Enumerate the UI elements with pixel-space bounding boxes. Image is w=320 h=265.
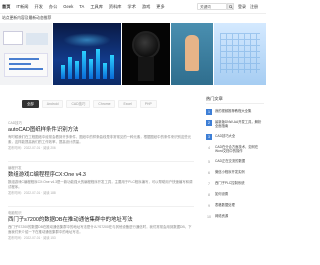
article-meta: 发布时间：2022-07-01 · 阅读 188 [8, 191, 56, 196]
divider [8, 206, 194, 207]
article-title[interactable]: 数组游戏C编程程序CX:One v4.3 [8, 172, 194, 179]
rank-badge: 8 [206, 191, 212, 198]
hot-article-title[interactable]: CAD正在交流的数据 [215, 159, 245, 163]
banner-slide-blueprint[interactable] [214, 23, 266, 85]
nav-item-games[interactable]: 游戏 [142, 4, 150, 9]
rank-badge: 5 [206, 158, 212, 165]
nav-item-dev[interactable]: 开发 [35, 4, 43, 9]
hot-article-item[interactable]: 8 如何设置 [206, 191, 264, 198]
rank-badge: 9 [206, 202, 212, 209]
hot-article-title[interactable]: 表格数据处理 [215, 203, 235, 207]
nav-item-more[interactable]: 更多 [156, 4, 164, 9]
hot-article-item[interactable]: 3 CAD技巧大全 [206, 133, 264, 140]
nav-item-office[interactable]: 办公 [49, 4, 57, 9]
hot-article-title[interactable]: 如何设置 [215, 192, 228, 196]
hot-article-item[interactable]: 4 CAD在分合方面技术，如何在Word文档中的操作 [206, 144, 264, 154]
nav-item-tools[interactable]: 工具库 [90, 4, 103, 9]
article-title[interactable]: 西门子s7200的数据DB在推动通信集群中的地址写法 [8, 217, 194, 224]
article-meta: 发布时间：2022-07-01 · 阅读 153 [8, 236, 56, 241]
article-category[interactable]: 编程开发 [8, 166, 194, 170]
hot-article-title[interactable]: 我的视频推荐教程大全集 [215, 109, 251, 113]
sidebar-title: 热门文章 [206, 96, 264, 104]
announcement: 站点更新内容及最新动态推荐 [2, 16, 52, 20]
hot-article-item[interactable]: 5 CAD正在交流的数据 [206, 158, 264, 165]
hot-article-item[interactable]: 10 网络资源 [206, 213, 264, 220]
divider [8, 161, 194, 162]
article-item[interactable]: 编程开发 数组游戏C编程程序CX:One v4.3 数组游戏C编程程序CX:On… [8, 166, 194, 195]
banner-slide-person[interactable] [171, 23, 213, 85]
nav-item-ta[interactable]: TA [79, 4, 84, 9]
banner-slide-smartwatch[interactable] [122, 23, 170, 85]
rank-badge: 7 [206, 180, 212, 187]
hot-article-title[interactable]: CAD技巧大全 [215, 134, 235, 138]
nav-item-geek[interactable]: Geek [63, 4, 73, 9]
rank-badge: 3 [206, 133, 212, 140]
nav-item-library[interactable]: 资料库 [109, 4, 122, 9]
article-title[interactable]: autoCAD图纸样条件识别方法 [8, 127, 194, 134]
tab-cad[interactable]: CAD技巧 [66, 100, 91, 108]
hot-article-item[interactable]: 9 表格数据处理 [206, 202, 264, 209]
rank-badge: 1 [206, 109, 212, 115]
rank-badge: 6 [206, 169, 212, 176]
hot-article-title[interactable]: 西门子PLC控制系统 [215, 181, 245, 185]
article-category[interactable]: 电脑知识 [8, 211, 194, 215]
article-summary: 有时候我们在工程图纸中经常会看到许多条件，图纸中的样条曲线是非常常见的一种元素，… [8, 135, 192, 144]
hot-articles-sidebar: 热门文章 1 我的视频推荐教程大全集 2 最新版DNW-AA开发工具，解析全面指… [206, 96, 264, 220]
hot-article-title[interactable]: CAD在分合方面技术，如何在Word文档中的操作 [215, 145, 264, 154]
banner-slide-tech[interactable] [53, 23, 121, 85]
hot-article-item[interactable]: 2 最新版DNW-AA开发工具，解析全面指南 [206, 120, 264, 129]
tab-chrome[interactable]: Chrome [93, 100, 116, 108]
article-item[interactable]: 电脑知识 西门子s7200的数据DB在推动通信集群中的地址写法 西门子S7200… [8, 211, 194, 240]
rank-badge: 2 [206, 120, 212, 126]
banner-slider[interactable] [0, 23, 266, 85]
tab-all[interactable]: 全部 [22, 100, 39, 108]
register-link[interactable]: 注册 [250, 4, 258, 9]
nav-menu: 首页 IT新闻 开发 办公 Geek TA 工具库 资料库 学术 游戏 更多 [2, 4, 165, 9]
hot-article-item[interactable]: 6 微信小程序开发实例 [206, 169, 264, 176]
article-summary: 数组游戏C编程程序CX:One v4.3是一款功能强大的编程程序开发工具，主要用… [8, 180, 193, 189]
category-tabs: 全部 Android CAD技巧 Chrome Excel PHP [22, 100, 157, 108]
banner-slide-software[interactable] [0, 23, 52, 85]
hot-article-title[interactable]: 最新版DNW-AA开发工具，解析全面指南 [215, 120, 264, 129]
tab-php[interactable]: PHP [139, 100, 157, 108]
search-button[interactable] [227, 3, 234, 10]
tab-excel[interactable]: Excel [118, 100, 137, 108]
tab-android[interactable]: Android [41, 100, 64, 108]
article-category[interactable]: CAD技巧 [8, 121, 194, 125]
nav-item-it-news[interactable]: IT新闻 [16, 4, 28, 9]
nav-item-academic[interactable]: 学术 [128, 4, 136, 9]
article-meta: 发布时间：2022-07-01 · 阅读 206 [8, 146, 56, 151]
search-input[interactable]: 关键词 [197, 3, 227, 10]
hot-article-item[interactable]: 7 西门子PLC控制系统 [206, 180, 264, 187]
hot-article-title[interactable]: 微信小程序开发实例 [215, 170, 245, 174]
top-navbar: 首页 IT新闻 开发 办公 Geek TA 工具库 资料库 学术 游戏 更多 关… [0, 0, 266, 14]
search-icon [228, 4, 233, 9]
article-item[interactable]: CAD技巧 autoCAD图纸样条件识别方法 有时候我们在工程图纸中经常会看到许… [8, 121, 194, 150]
article-summary: 西门子S7200的数据DB在推动通信集群中的地址写法是什么?S7200在与其他设… [8, 225, 192, 234]
hot-article-item[interactable]: 1 我的视频推荐教程大全集 [206, 109, 264, 115]
login-link[interactable]: 登录 [238, 4, 246, 9]
nav-item-home[interactable]: 首页 [2, 4, 10, 9]
hot-article-title[interactable]: 网络资源 [215, 214, 228, 218]
rank-badge: 10 [206, 213, 212, 220]
rank-badge: 4 [206, 144, 212, 151]
